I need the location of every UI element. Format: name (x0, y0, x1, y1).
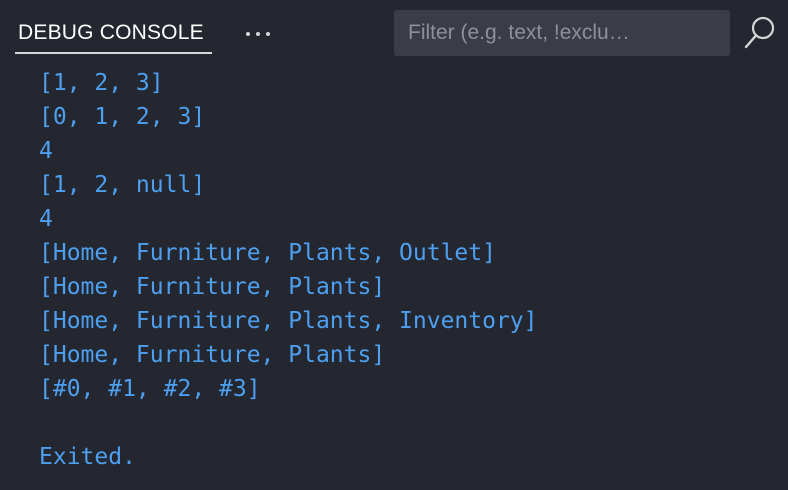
active-tab-indicator (15, 52, 212, 54)
filter-input[interactable] (394, 10, 730, 56)
more-actions-button[interactable] (240, 22, 276, 48)
console-line: [0, 1, 2, 3] (39, 104, 206, 130)
console-line: [1, 2, null] (39, 172, 206, 198)
debug-console-panel: DEBUG CONSOLE [1, 2, 3][0, 1, 2, 3]4[1, … (0, 0, 788, 490)
console-line: [Home, Furniture, Plants, Inventory] (39, 308, 538, 334)
tab-debug-console[interactable]: DEBUG CONSOLE (15, 18, 207, 56)
console-line: [Home, Furniture, Plants, Outlet] (39, 240, 496, 266)
console-line: Exited. (39, 444, 136, 470)
console-output: [1, 2, 3] [0, 1, 2, 3] 4 [1, 2, null] 4 [Home… (39, 66, 779, 474)
search-icon (744, 16, 775, 49)
console-line: [#0, #1, #2, #3] (39, 376, 261, 402)
console-line: 4 (39, 206, 53, 232)
console-line: [1, 2, 3] (39, 70, 164, 96)
panel-header: DEBUG CONSOLE (0, 0, 788, 62)
console-line: 4 (39, 138, 53, 164)
search-button[interactable] (742, 14, 778, 52)
console-line: [Home, Furniture, Plants] (39, 342, 386, 368)
console-line: [Home, Furniture, Plants] (39, 274, 386, 300)
